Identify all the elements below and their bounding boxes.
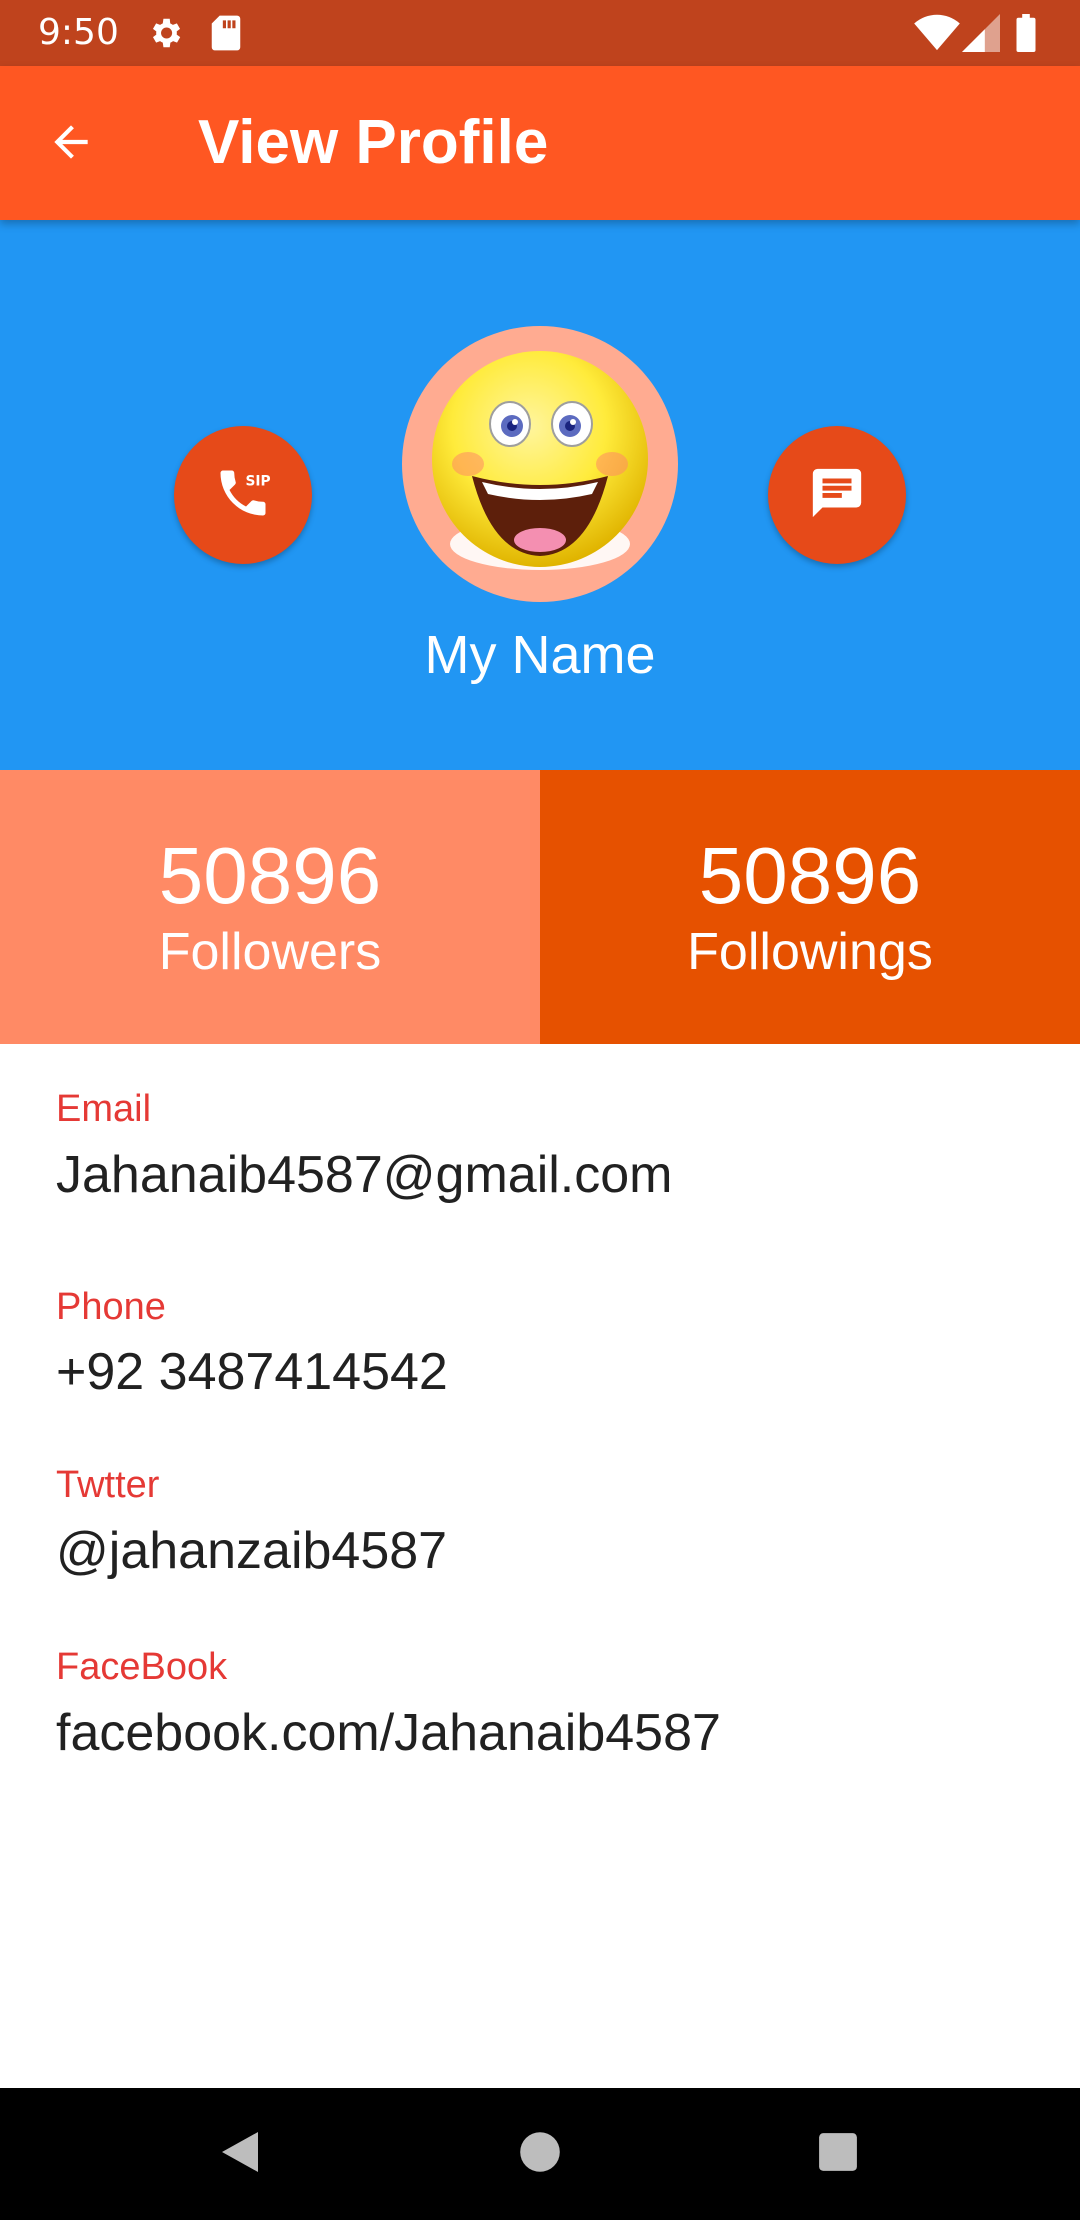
followers-count: 50896 bbox=[158, 831, 382, 920]
followings-stat[interactable]: 50896 Followings bbox=[540, 770, 1080, 1044]
smiley-avatar-icon bbox=[432, 351, 648, 570]
battery-icon bbox=[1014, 14, 1038, 57]
followers-label: Followers bbox=[158, 923, 382, 981]
avatar[interactable] bbox=[402, 326, 678, 602]
signal-icon bbox=[962, 14, 1000, 57]
back-button[interactable] bbox=[36, 109, 106, 179]
followings-count: 50896 bbox=[698, 831, 922, 920]
nav-back-button[interactable] bbox=[210, 2124, 270, 2184]
profile-header: SIP My Name bbox=[0, 220, 1080, 770]
followings-label: Followings bbox=[687, 923, 933, 981]
nav-home-button[interactable] bbox=[510, 2124, 570, 2184]
app-bar: View Profile bbox=[0, 66, 1080, 220]
status-bar: 9:50 bbox=[0, 0, 1080, 66]
nav-recents-button[interactable] bbox=[808, 2124, 868, 2184]
back-triangle-icon bbox=[218, 2128, 262, 2181]
sip-call-icon: SIP bbox=[213, 463, 273, 528]
email-value[interactable]: Jahanaib4587@gmail.com bbox=[56, 1144, 672, 1206]
message-icon bbox=[808, 464, 866, 527]
home-circle-icon bbox=[518, 2130, 562, 2179]
phone-label: Phone bbox=[56, 1286, 166, 1328]
sd-card-icon bbox=[210, 14, 242, 57]
svg-text:SIP: SIP bbox=[246, 473, 271, 489]
email-label: Email bbox=[56, 1088, 152, 1130]
phone-value[interactable]: +92 3487414542 bbox=[56, 1341, 448, 1403]
profile-name: My Name bbox=[424, 625, 656, 685]
twitter-value[interactable]: @jahanzaib4587 bbox=[56, 1520, 447, 1582]
gear-icon bbox=[146, 14, 184, 57]
page-title: View Profile bbox=[198, 108, 549, 177]
profile-screen: 9:50 View Profile SIP My Name 50896 Foll… bbox=[0, 0, 1080, 2220]
status-time: 9:50 bbox=[38, 12, 119, 53]
followers-stat[interactable]: 50896 Followers bbox=[0, 770, 540, 1044]
stats-row: 50896 Followers 50896 Followings bbox=[0, 770, 1080, 1044]
facebook-label: FaceBook bbox=[56, 1646, 228, 1688]
system-nav-bar bbox=[0, 2088, 1080, 2220]
wifi-icon bbox=[914, 14, 960, 57]
twitter-label: Twtter bbox=[56, 1464, 160, 1506]
facebook-value[interactable]: facebook.com/Jahanaib4587 bbox=[56, 1702, 721, 1764]
message-button[interactable] bbox=[768, 426, 906, 564]
arrow-back-icon bbox=[46, 117, 96, 172]
recents-square-icon bbox=[817, 2131, 859, 2178]
sip-call-button[interactable]: SIP bbox=[174, 426, 312, 564]
